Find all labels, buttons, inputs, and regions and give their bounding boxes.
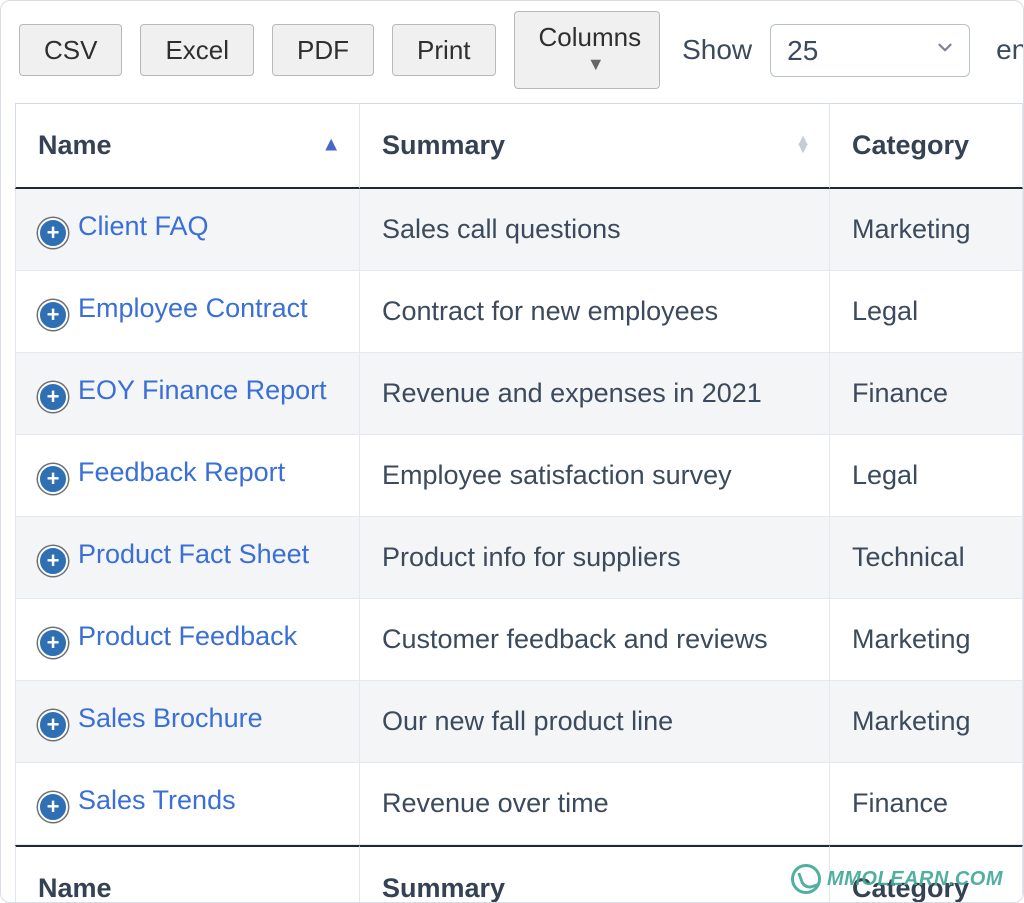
cell-name: + Client FAQ — [15, 189, 360, 271]
expand-row-icon[interactable]: + — [38, 300, 68, 330]
row-name-link[interactable]: Product Feedback — [78, 621, 297, 651]
table-row: + EOY Finance Report Revenue and expenses … — [15, 353, 1023, 435]
row-name-link[interactable]: Feedback Report — [78, 457, 285, 487]
expand-row-icon[interactable]: + — [38, 710, 68, 740]
sort-asc-icon: ▲ — [321, 133, 341, 156]
cell-category: Marketing — [830, 189, 1023, 271]
csv-button[interactable]: CSV — [19, 24, 122, 76]
sort-both-icon: ▲▼ — [795, 137, 811, 155]
caret-down-icon: ▼ — [587, 55, 605, 73]
cell-category: Finance — [830, 763, 1023, 845]
cell-name: + Product Feedback — [15, 599, 360, 681]
cell-summary: Revenue over time — [360, 763, 830, 845]
col-header-summary-label: Summary — [382, 130, 505, 160]
table-row: + Sales Trends Revenue over timeFinance — [15, 763, 1023, 845]
cell-name: + EOY Finance Report — [15, 353, 360, 435]
cell-category: Legal — [830, 271, 1023, 353]
col-header-name-label: Name — [38, 130, 112, 160]
row-name-link[interactable]: Product Fact Sheet — [78, 539, 309, 569]
cell-category: Finance — [830, 353, 1023, 435]
watermark-text: MMOLEARN.COM — [827, 868, 1003, 891]
show-label: Show — [682, 34, 752, 66]
cell-summary: Employee satisfaction survey — [360, 435, 830, 517]
table-row: + Product Fact Sheet Product info for supp… — [15, 517, 1023, 599]
row-name-link[interactable]: Sales Trends — [78, 785, 236, 815]
cell-summary: Sales call questions — [360, 189, 830, 271]
excel-button[interactable]: Excel — [140, 24, 254, 76]
row-name-link[interactable]: Client FAQ — [78, 211, 209, 241]
cell-summary: Contract for new employees — [360, 271, 830, 353]
cell-name: + Sales Brochure — [15, 681, 360, 763]
row-name-link[interactable]: Sales Brochure — [78, 703, 263, 733]
table-row: + Employee Contract Contract for new emplo… — [15, 271, 1023, 353]
table-row: + Sales Brochure Our new fall product line… — [15, 681, 1023, 763]
row-name-link[interactable]: EOY Finance Report — [78, 375, 327, 405]
watermark: MMOLEARN.COM — [791, 864, 1003, 894]
col-header-category[interactable]: Category — [830, 103, 1023, 189]
expand-row-icon[interactable]: + — [38, 382, 68, 412]
table-row: + Product Feedback Customer feedback and r… — [15, 599, 1023, 681]
cell-summary: Customer feedback and reviews — [360, 599, 830, 681]
cell-category: Marketing — [830, 681, 1023, 763]
expand-row-icon[interactable]: + — [38, 792, 68, 822]
columns-button-label: Columns — [539, 22, 642, 52]
entries-select[interactable]: 25 — [770, 24, 970, 77]
col-footer-name: Name — [15, 845, 360, 903]
expand-row-icon[interactable]: + — [38, 464, 68, 494]
entries-select-wrap: 25 — [770, 24, 970, 77]
expand-row-icon[interactable]: + — [38, 218, 68, 248]
watermark-logo-icon — [791, 864, 821, 894]
cell-summary: Product info for suppliers — [360, 517, 830, 599]
pdf-button[interactable]: PDF — [272, 24, 374, 76]
toolbar: CSV Excel PDF Print Columns ▼ Show 25 en… — [11, 11, 1023, 103]
cell-summary: Revenue and expenses in 2021 — [360, 353, 830, 435]
print-button[interactable]: Print — [392, 24, 495, 76]
col-footer-summary: Summary — [360, 845, 830, 903]
cell-name: + Feedback Report — [15, 435, 360, 517]
table-row: + Client FAQ Sales call questionsMarketing — [15, 189, 1023, 271]
col-header-name[interactable]: Name ▲ — [15, 103, 360, 189]
col-header-category-label: Category — [852, 130, 969, 160]
datatable-panel: CSV Excel PDF Print Columns ▼ Show 25 en… — [0, 0, 1024, 903]
col-header-summary[interactable]: Summary ▲▼ — [360, 103, 830, 189]
expand-row-icon[interactable]: + — [38, 628, 68, 658]
cell-name: + Product Fact Sheet — [15, 517, 360, 599]
expand-row-icon[interactable]: + — [38, 546, 68, 576]
cell-summary: Our new fall product line — [360, 681, 830, 763]
row-name-link[interactable]: Employee Contract — [78, 293, 308, 323]
columns-button[interactable]: Columns ▼ — [514, 11, 661, 89]
data-table: Name ▲ Summary ▲▼ Category + Client FAQ Sa… — [15, 103, 1023, 903]
cell-name: + Sales Trends — [15, 763, 360, 845]
cell-category: Technical — [830, 517, 1023, 599]
cell-category: Legal — [830, 435, 1023, 517]
cell-name: + Employee Contract — [15, 271, 360, 353]
cell-category: Marketing — [830, 599, 1023, 681]
table-row: + Feedback Report Employee satisfaction su… — [15, 435, 1023, 517]
entries-suffix: ent — [996, 34, 1024, 66]
